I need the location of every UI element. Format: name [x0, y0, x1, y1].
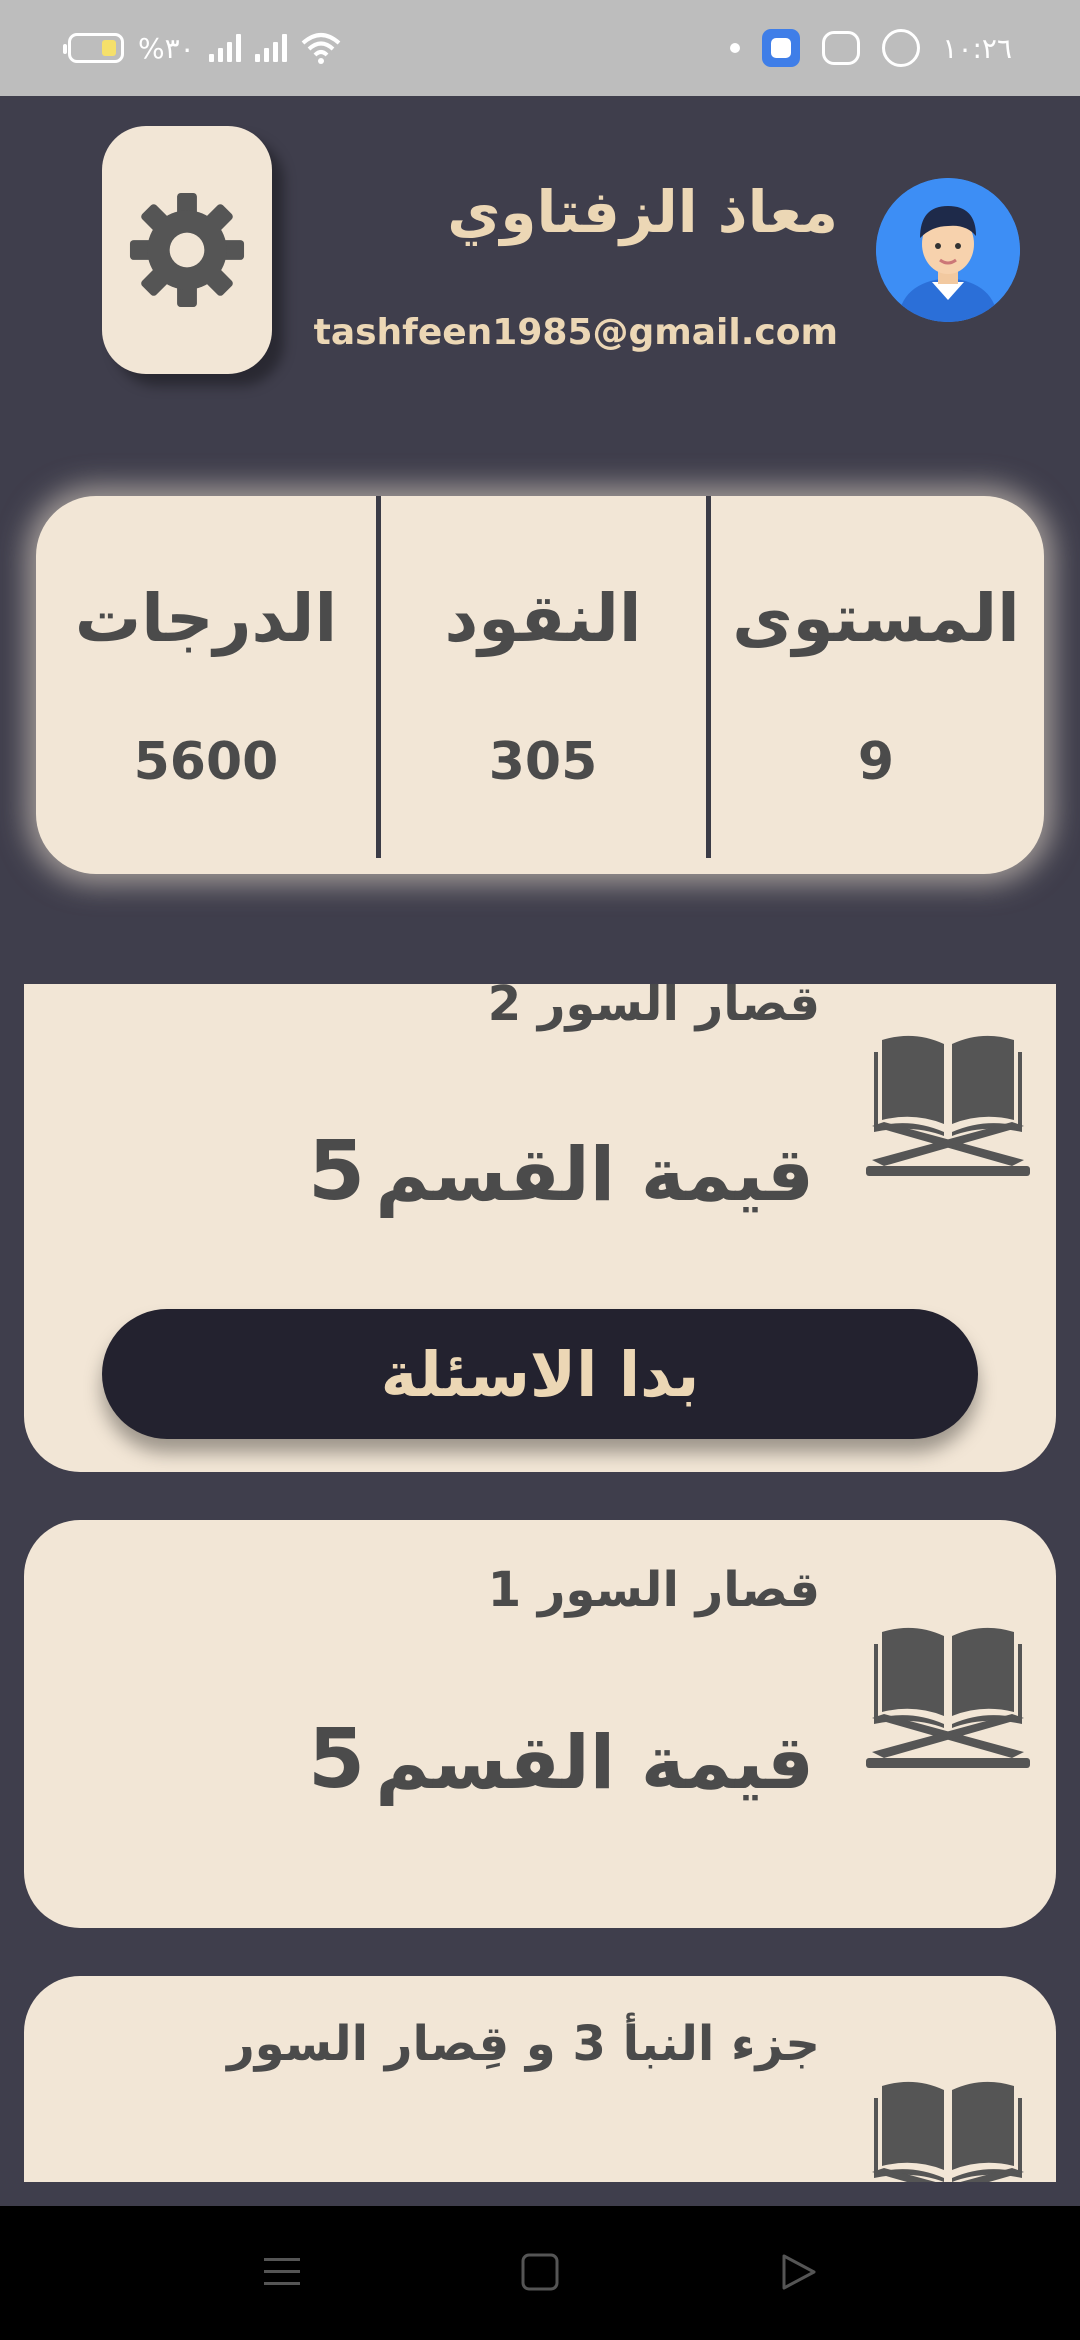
- stat-value: 5600: [133, 732, 279, 792]
- dot-icon: [730, 43, 741, 53]
- status-time: ١٠:٢٦: [942, 31, 1012, 65]
- signal-icon-2: [254, 34, 287, 62]
- quran-book-icon: [872, 2081, 1024, 2182]
- stat-label: المستوى: [732, 580, 1020, 657]
- category-value: 5: [308, 1124, 366, 1219]
- home-icon[interactable]: [520, 2252, 560, 2292]
- stat-points: الدرجات 5600: [36, 496, 376, 874]
- user-name: معاذ الزفتاوي: [447, 178, 838, 246]
- wifi-icon: [301, 33, 341, 64]
- battery-icon: [63, 33, 124, 63]
- user-email: tashfeen1985@gmail.com: [313, 312, 838, 353]
- back-icon[interactable]: [778, 2252, 818, 2292]
- quran-book-icon: [866, 1035, 1030, 1176]
- category-title: قصار السور 1: [487, 1562, 820, 1618]
- category-card[interactable]: قصار السور 1 قيمة القسم 5: [24, 1520, 1056, 1928]
- category-value-label: قيمة القسم: [375, 1132, 814, 1218]
- stat-label: الدرجات: [74, 580, 338, 657]
- category-card[interactable]: جزء النبأ 3 و قِصار السور: [24, 1976, 1056, 2182]
- settings-button[interactable]: [102, 126, 272, 374]
- stat-level: المستوى 9: [708, 496, 1044, 874]
- stat-value: 9: [857, 732, 895, 792]
- status-bar: %٣٠ ١٠:٢٦: [0, 0, 1080, 96]
- category-value: 5: [308, 1712, 366, 1807]
- whatsapp-icon: [882, 29, 921, 67]
- user-avatar-icon[interactable]: [876, 178, 1020, 322]
- quran-book-icon: [866, 1627, 1030, 1768]
- messenger-icon: [822, 31, 861, 65]
- category-title: قصار السور 2: [487, 984, 820, 1032]
- category-card[interactable]: قصار السور 2 قيمة القسم 5 بدا الاسئلة: [24, 984, 1056, 1472]
- stat-value: 305: [488, 732, 598, 792]
- start-questions-button[interactable]: بدا الاسئلة: [102, 1309, 978, 1439]
- battery-percent: %٣٠: [138, 31, 195, 65]
- category-title: جزء النبأ 3 و قِصار السور: [227, 2016, 820, 2072]
- gear-icon: [129, 192, 245, 308]
- stat-label: النقود: [444, 580, 642, 657]
- stats-card: المستوى 9 النقود 305 الدرجات 5600: [36, 496, 1044, 874]
- divider: [376, 496, 381, 858]
- category-value-label: قيمة القسم: [375, 1720, 814, 1806]
- signal-icon: [208, 34, 241, 62]
- menu-icon[interactable]: [262, 2252, 302, 2292]
- navigation-bar: [0, 2206, 1080, 2340]
- app-icon: [762, 29, 801, 67]
- stat-coins: النقود 305: [378, 496, 708, 874]
